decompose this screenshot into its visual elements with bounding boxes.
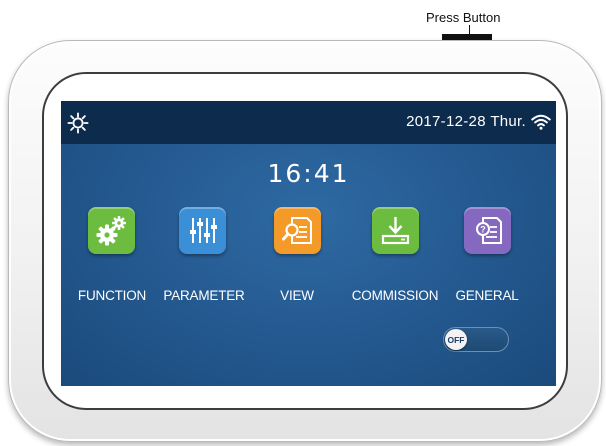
- toggle-state-label: OFF: [447, 335, 465, 345]
- parameter-button[interactable]: [179, 207, 226, 254]
- press-button-label: Press Button: [426, 10, 501, 25]
- touch-screen: 2017-12-28 Thur. 16:41 FUNCTION PARAMETE…: [61, 101, 556, 386]
- parameter-label: PARAMETER: [163, 288, 245, 303]
- clock-time: 16:41: [267, 159, 350, 188]
- gear-icon[interactable]: [67, 112, 89, 134]
- view-button[interactable]: [274, 207, 321, 254]
- document-search-icon: [282, 217, 312, 244]
- commission-button[interactable]: [372, 207, 419, 254]
- function-label: FUNCTION: [77, 288, 147, 303]
- download-icon: [381, 217, 410, 245]
- date-display: 2017-12-28 Thur.: [406, 113, 526, 130]
- sliders-icon: [190, 218, 217, 243]
- view-label: VIEW: [280, 288, 314, 303]
- commission-label: COMMISSION: [351, 288, 439, 303]
- status-bar: 2017-12-28 Thur.: [61, 101, 556, 144]
- function-button[interactable]: [88, 207, 135, 254]
- general-label: GENERAL: [455, 288, 519, 303]
- weekday-text: Thur.: [490, 113, 526, 130]
- date-text: 2017-12-28: [406, 113, 486, 130]
- general-button[interactable]: ?: [464, 207, 511, 254]
- document-question-icon: ?: [476, 217, 502, 244]
- svg-text:?: ?: [480, 225, 486, 235]
- gears-icon: [96, 216, 126, 246]
- wifi-icon: [531, 114, 551, 130]
- toggle-knob: OFF: [445, 329, 467, 350]
- power-toggle[interactable]: OFF: [443, 327, 509, 352]
